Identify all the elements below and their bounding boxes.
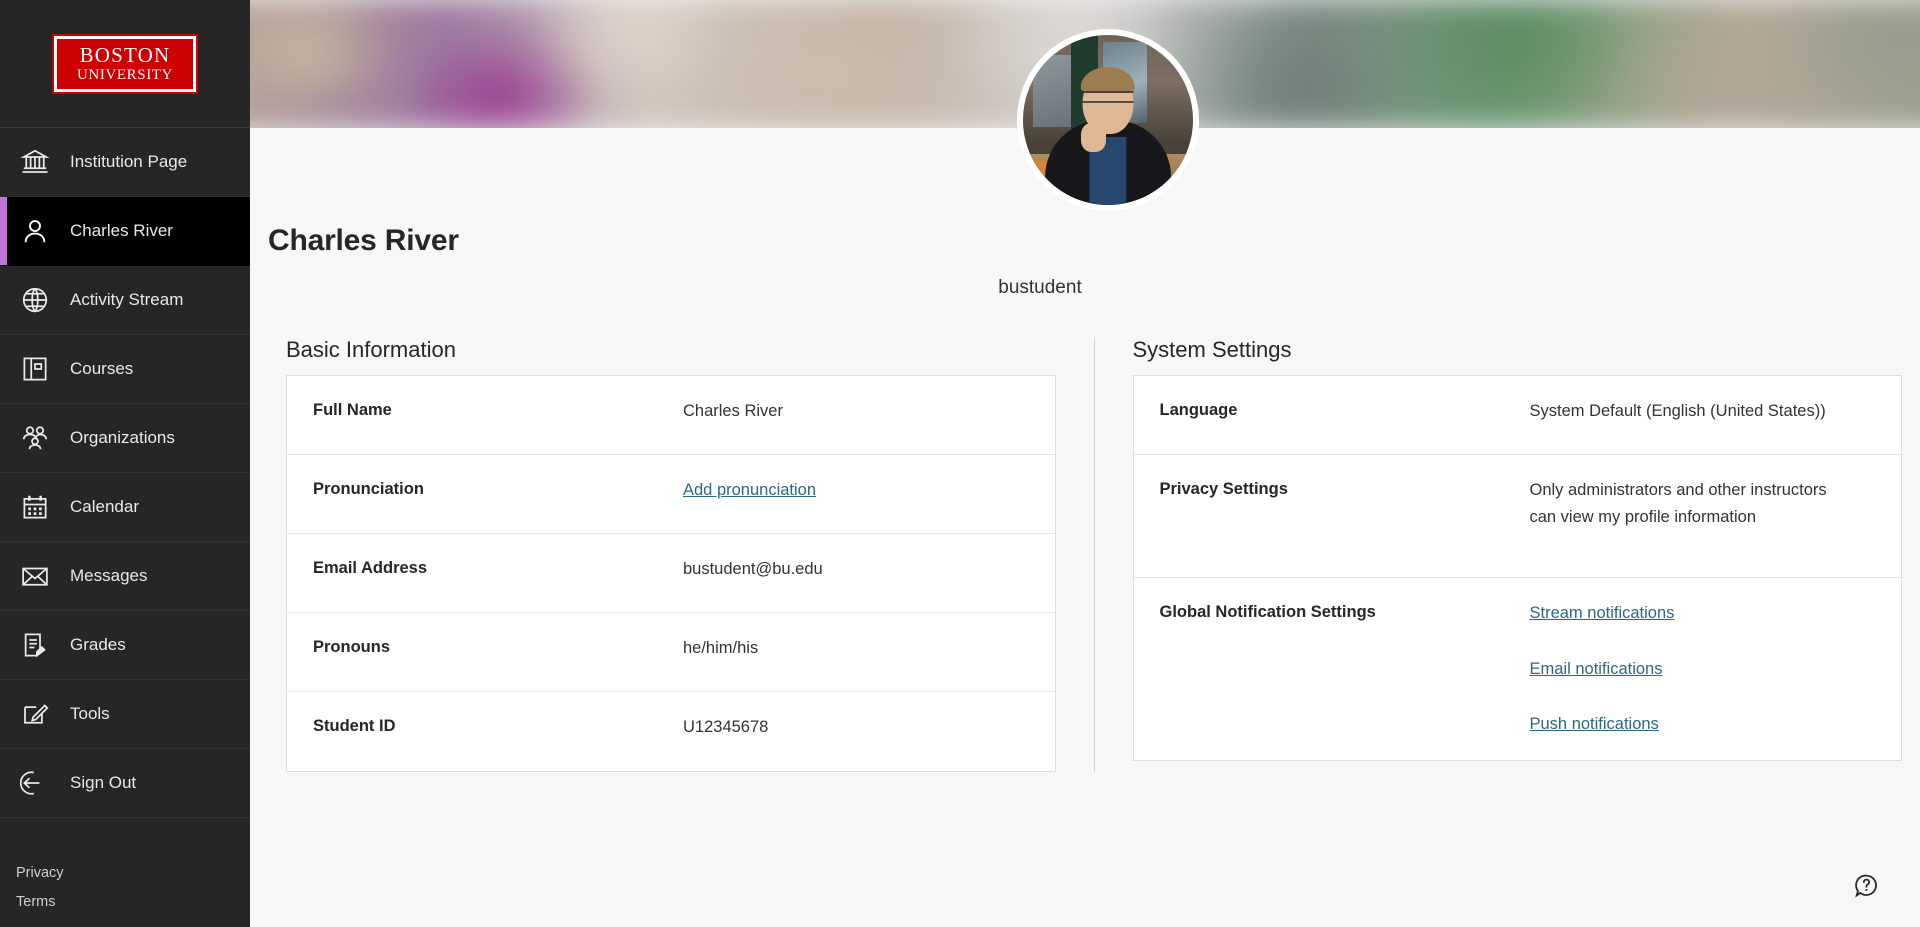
- table-row: Full Name Charles River: [287, 376, 1055, 455]
- table-row: Student ID U12345678: [287, 692, 1055, 771]
- sidebar-item-label: Organizations: [70, 428, 175, 447]
- sidebar-item-sign-out[interactable]: Sign Out: [0, 749, 250, 818]
- globe-icon: [18, 283, 52, 317]
- row-value: U12345678: [683, 718, 769, 736]
- sign-out-icon: [18, 766, 52, 800]
- main-content: Charles River bustudent Basic Informatio…: [250, 0, 1920, 927]
- row-value: System Default (English (United States)): [1529, 402, 1826, 420]
- row-value: he/him/his: [683, 639, 759, 657]
- app-root: BOSTON UNIVERSITY Institution Page Charl…: [0, 0, 1920, 927]
- sidebar-item-courses[interactable]: Courses: [0, 335, 250, 404]
- row-value: Stream notifications Email notifications…: [1530, 600, 1876, 738]
- row-label: Global Notification Settings: [1159, 603, 1376, 621]
- sidebar-item-calendar[interactable]: Calendar: [0, 473, 250, 542]
- person-icon: [18, 214, 52, 248]
- institution-icon: [18, 145, 52, 179]
- table-row: Privacy Settings Only administrators and…: [1133, 455, 1901, 578]
- table-row: Email Address bustudent@bu.edu: [287, 534, 1055, 613]
- stream-notifications-link[interactable]: Stream notifications: [1530, 600, 1876, 627]
- sidebar-item-charles-river[interactable]: Charles River: [0, 197, 250, 266]
- basic-information-card: Full Name Charles River Pronunciation Ad…: [286, 375, 1056, 772]
- profile-columns: Basic Information Full Name Charles Rive…: [250, 337, 1920, 772]
- sidebar-item-label: Tools: [70, 704, 110, 723]
- row-value: Add pronunciation: [683, 477, 1029, 504]
- sidebar-nav: Institution Page Charles River Activity …: [0, 128, 250, 859]
- sidebar-item-label: Sign Out: [70, 773, 137, 792]
- row-label: Pronouns: [313, 638, 390, 656]
- profile-content: Charles River bustudent Basic Informatio…: [250, 128, 1920, 772]
- profile-photo: [1023, 35, 1193, 205]
- envelope-icon: [18, 559, 52, 593]
- sidebar-item-tools[interactable]: Tools: [0, 680, 250, 749]
- row-label: Language: [1159, 401, 1238, 419]
- table-row: Pronunciation Add pronunciation: [287, 455, 1055, 534]
- basic-information-column: Basic Information Full Name Charles Rive…: [286, 337, 1056, 772]
- basic-information-heading: Basic Information: [286, 337, 456, 362]
- push-notifications-link[interactable]: Push notifications: [1530, 711, 1876, 738]
- username: bustudent: [998, 277, 1082, 298]
- row-label: Student ID: [313, 717, 396, 735]
- sidebar-item-activity-stream[interactable]: Activity Stream: [0, 266, 250, 335]
- sidebar-item-label: Messages: [70, 566, 148, 585]
- logo-line-1: BOSTON: [79, 42, 171, 67]
- row-label: Privacy Settings: [1159, 480, 1288, 498]
- grades-icon: [18, 628, 52, 662]
- add-pronunciation-link[interactable]: Add pronunciation: [683, 477, 816, 504]
- logo-line-2: UNIVERSITY: [77, 66, 173, 83]
- sidebar-item-label: Institution Page: [70, 152, 188, 171]
- table-row: Global Notification Settings Stream noti…: [1134, 578, 1902, 760]
- terms-link[interactable]: Terms: [16, 888, 250, 917]
- sidebar-item-label: Calendar: [70, 497, 139, 516]
- calendar-icon: [18, 490, 52, 524]
- table-row: Pronouns he/him/his: [287, 613, 1055, 692]
- sidebar-item-label: Activity Stream: [70, 290, 184, 309]
- row-value: bustudent@bu.edu: [683, 560, 823, 578]
- table-row: Language System Default (English (United…: [1133, 376, 1901, 455]
- sidebar-item-label: Charles River: [70, 221, 173, 240]
- system-settings-heading: System Settings: [1132, 337, 1292, 362]
- system-settings-column: System Settings Language System Default …: [1093, 337, 1902, 772]
- row-label: Full Name: [313, 401, 392, 419]
- sidebar-item-messages[interactable]: Messages: [0, 542, 250, 611]
- book-icon: [18, 352, 52, 386]
- help-question-icon[interactable]: [1848, 867, 1884, 903]
- sidebar-item-institution-page[interactable]: Institution Page: [0, 128, 250, 197]
- row-value: Only administrators and other instructor…: [1529, 481, 1827, 526]
- sidebar-item-label: Courses: [70, 359, 134, 378]
- avatar[interactable]: [1017, 29, 1199, 211]
- privacy-link[interactable]: Privacy: [16, 859, 250, 888]
- system-settings-card: Language System Default (English (United…: [1132, 375, 1902, 762]
- sidebar-item-grades[interactable]: Grades: [0, 611, 250, 680]
- people-icon: [18, 421, 52, 455]
- email-notifications-link[interactable]: Email notifications: [1530, 656, 1876, 683]
- sidebar-item-organizations[interactable]: Organizations: [0, 404, 250, 473]
- bu-logo[interactable]: BOSTON UNIVERSITY: [0, 0, 250, 128]
- tools-pencil-icon: [18, 697, 52, 731]
- sidebar-item-label: Grades: [70, 635, 126, 654]
- row-label: Email Address: [313, 559, 428, 577]
- sidebar-footer: Privacy Terms: [0, 859, 250, 927]
- sidebar: BOSTON UNIVERSITY Institution Page Charl…: [0, 0, 250, 927]
- row-value: Charles River: [683, 402, 783, 420]
- row-label: Pronunciation: [313, 480, 424, 498]
